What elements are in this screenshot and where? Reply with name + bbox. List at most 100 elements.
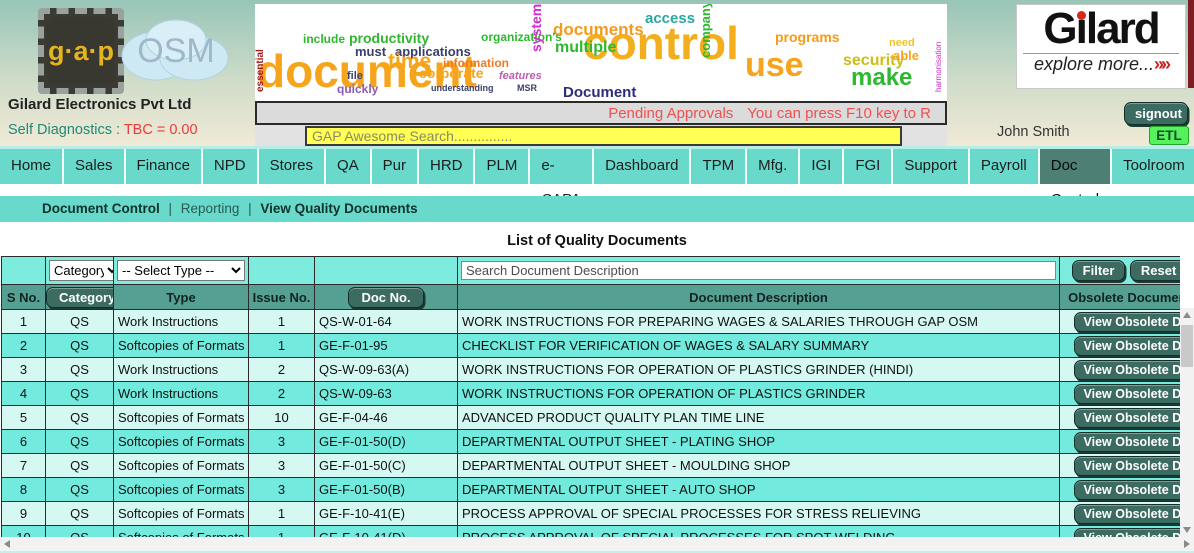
self-diagnostics: Self Diagnostics : TBC = 0.00 <box>8 122 198 138</box>
cell-type: Softcopies of Formats <box>114 502 249 526</box>
cell-obsolete: View Obsolete Doc <box>1060 310 1181 334</box>
filter-cell-type: -- Select Type -- <box>114 257 249 285</box>
cell-category: QS <box>46 310 114 334</box>
gilard-tagline: explore more...»» <box>1023 53 1179 75</box>
view-obsolete-doc-button[interactable]: View Obsolete Doc <box>1074 408 1181 428</box>
view-obsolete-doc-button[interactable]: View Obsolete Doc <box>1074 384 1181 404</box>
category-filter-select[interactable]: Category <box>49 260 114 281</box>
cell-issue: 1 <box>249 310 315 334</box>
header-issue-no: Issue No. <box>249 285 315 310</box>
menu-item-finance[interactable]: Finance <box>126 149 203 184</box>
filter-cell-empty <box>315 257 458 285</box>
horizontal-scrollbar[interactable] <box>0 537 1194 551</box>
breadcrumb: Document Control | Reporting | View Qual… <box>0 196 1194 222</box>
menu-item-support[interactable]: Support <box>893 149 970 184</box>
breadcrumb-page: View Quality Documents <box>260 201 417 216</box>
menu-item-qa[interactable]: QA <box>326 149 372 184</box>
view-obsolete-doc-button[interactable]: View Obsolete Doc <box>1074 312 1181 332</box>
menu-item-dashboard[interactable]: Dashboard <box>594 149 691 184</box>
wordcloud-word: MSR <box>517 84 537 93</box>
header-sno: S No. <box>2 285 46 310</box>
cell-category: QS <box>46 526 114 538</box>
table-row: 6QSSoftcopies of Formats3GE-F-01-50(D)DE… <box>2 430 1181 454</box>
cell-sno: 10 <box>2 526 46 538</box>
f10-hint-text[interactable]: You can press F10 key to R <box>747 105 931 122</box>
type-filter-select[interactable]: -- Select Type -- <box>117 260 245 281</box>
wordcloud-word: use <box>745 48 804 82</box>
filter-cell-category: Category <box>46 257 114 285</box>
menu-item-fgi[interactable]: FGI <box>844 149 893 184</box>
cell-category: QS <box>46 406 114 430</box>
breadcrumb-sub[interactable]: Reporting <box>181 201 240 216</box>
cell-obsolete: View Obsolete Doc <box>1060 454 1181 478</box>
menu-item-toolroom[interactable]: Toolroom <box>1112 149 1194 184</box>
header-description: Document Description <box>458 285 1060 310</box>
cell-doc: QS-W-09-63 <box>315 382 458 406</box>
reset-button[interactable]: Reset <box>1130 260 1180 281</box>
menu-item-npd[interactable]: NPD <box>203 149 259 184</box>
documents-table-viewport: Category -- Select Type -- Filter Reset … <box>1 256 1180 537</box>
view-obsolete-doc-button[interactable]: View Obsolete Doc <box>1074 528 1181 538</box>
wordcloud-word: multiple <box>555 40 616 56</box>
pending-approvals-link[interactable]: Pending Approvals <box>608 105 733 122</box>
wordcloud-word: include <box>303 33 345 45</box>
view-obsolete-doc-button[interactable]: View Obsolete Doc <box>1074 336 1181 356</box>
cell-issue: 2 <box>249 358 315 382</box>
menu-item-igi[interactable]: IGI <box>800 149 844 184</box>
gap-awesome-search-input[interactable] <box>305 126 902 146</box>
gap-chip-logo: g·a·p <box>38 8 124 94</box>
cell-category: QS <box>46 454 114 478</box>
etl-button[interactable]: ETL <box>1149 126 1189 145</box>
cell-doc: GE-F-04-46 <box>315 406 458 430</box>
menu-item-pur[interactable]: Pur <box>372 149 419 184</box>
menu-item-hrd[interactable]: HRD <box>419 149 476 184</box>
table-row: 4QSWork Instructions2QS-W-09-63WORK INST… <box>2 382 1181 406</box>
cell-issue: 1 <box>249 526 315 538</box>
menu-item-sales[interactable]: Sales <box>64 149 126 184</box>
cell-desc: CHECKLIST FOR VERIFICATION OF WAGES & SA… <box>458 334 1060 358</box>
menu-item-e-capa[interactable]: e-CAPA <box>530 149 594 184</box>
category-sort-button[interactable]: Category <box>46 287 114 308</box>
doc-no-sort-button[interactable]: Doc No. <box>348 287 423 308</box>
cell-issue: 3 <box>249 430 315 454</box>
wordcloud-word: Document <box>563 85 636 100</box>
scroll-left-arrow-icon[interactable] <box>4 540 10 548</box>
menu-item-stores[interactable]: Stores <box>259 149 326 184</box>
page-header: g·a·p OSM Gilard Electronics Pvt Ltd Sel… <box>0 0 1194 146</box>
view-obsolete-doc-button[interactable]: View Obsolete Doc <box>1074 504 1181 524</box>
vertical-scrollbar[interactable] <box>1180 308 1194 537</box>
breadcrumb-section[interactable]: Document Control <box>42 201 160 216</box>
cell-category: QS <box>46 334 114 358</box>
view-obsolete-doc-button[interactable]: View Obsolete Doc <box>1074 456 1181 476</box>
cell-type: Softcopies of Formats <box>114 406 249 430</box>
scroll-right-arrow-icon[interactable] <box>1184 540 1190 548</box>
cell-sno: 2 <box>2 334 46 358</box>
cell-type: Softcopies of Formats <box>114 430 249 454</box>
signout-button[interactable]: signout <box>1124 102 1188 125</box>
menu-item-doc-control[interactable]: Doc Control <box>1040 149 1112 184</box>
view-obsolete-doc-button[interactable]: View Obsolete Doc <box>1074 480 1181 500</box>
wordcloud-word: productivity <box>349 31 429 45</box>
view-obsolete-doc-button[interactable]: View Obsolete Doc <box>1074 432 1181 452</box>
scroll-down-arrow-icon[interactable] <box>1183 527 1191 533</box>
view-obsolete-doc-button[interactable]: View Obsolete Doc <box>1074 360 1181 380</box>
menu-item-home[interactable]: Home <box>0 149 64 184</box>
cell-desc: WORK INSTRUCTIONS FOR PREPARING WAGES & … <box>458 310 1060 334</box>
vertical-scroll-thumb[interactable] <box>1181 325 1193 367</box>
menu-item-tpm[interactable]: TPM <box>691 149 747 184</box>
filter-button[interactable]: Filter <box>1072 260 1126 281</box>
wordcloud-word: file <box>347 71 363 82</box>
header-type: Type <box>114 285 249 310</box>
cell-doc: GE-F-10-41(E) <box>315 502 458 526</box>
menu-item-mfg-[interactable]: Mfg. <box>747 149 800 184</box>
scroll-up-arrow-icon[interactable] <box>1183 312 1191 318</box>
table-row: 8QSSoftcopies of Formats3GE-F-01-50(B)DE… <box>2 478 1181 502</box>
menu-item-payroll[interactable]: Payroll <box>970 149 1040 184</box>
cell-category: QS <box>46 358 114 382</box>
wordcloud-word: organization's <box>481 31 562 43</box>
menu-item-plm[interactable]: PLM <box>475 149 530 184</box>
right-edge-accent <box>1188 0 1194 88</box>
description-search-input[interactable] <box>461 261 1056 280</box>
cell-obsolete: View Obsolete Doc <box>1060 406 1181 430</box>
cell-issue: 2 <box>249 382 315 406</box>
